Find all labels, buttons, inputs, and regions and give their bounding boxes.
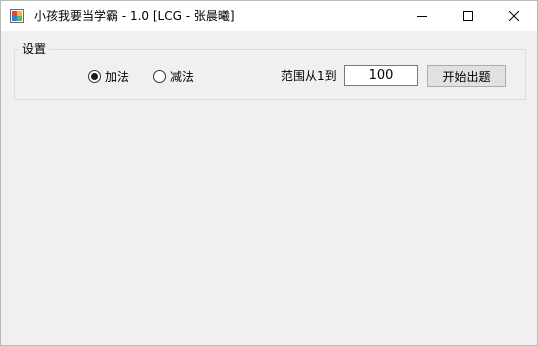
start-quiz-button[interactable]: 开始出题 [427, 65, 506, 87]
radio-selected-dot [91, 72, 98, 80]
title-bar[interactable]: 小孩我要当学霸 - 1.0 [LCG - 张晨曦] [1, 1, 537, 31]
radio-circle[interactable] [153, 69, 166, 83]
radio-addition[interactable]: 加法 [88, 68, 129, 84]
app-icon [10, 9, 24, 23]
settings-group-label: 设置 [19, 41, 50, 57]
radio-circle[interactable] [88, 69, 101, 83]
close-icon [509, 11, 519, 21]
radio-subtraction[interactable]: 减法 [153, 68, 194, 84]
maximize-button[interactable] [445, 1, 491, 31]
radio-addition-label: 加法 [105, 69, 130, 84]
app-window: 小孩我要当学霸 - 1.0 [LCG - 张晨曦] 设置 加法 减法 范围从1到… [0, 0, 538, 346]
minimize-icon [417, 16, 427, 17]
range-max-input[interactable] [344, 65, 418, 86]
minimize-button[interactable] [399, 1, 445, 31]
range-label: 范围从1到 [281, 69, 337, 83]
close-button[interactable] [491, 1, 537, 31]
radio-subtraction-label: 减法 [170, 69, 195, 84]
maximize-icon [463, 11, 473, 21]
window-title: 小孩我要当学霸 - 1.0 [LCG - 张晨曦] [34, 9, 235, 23]
